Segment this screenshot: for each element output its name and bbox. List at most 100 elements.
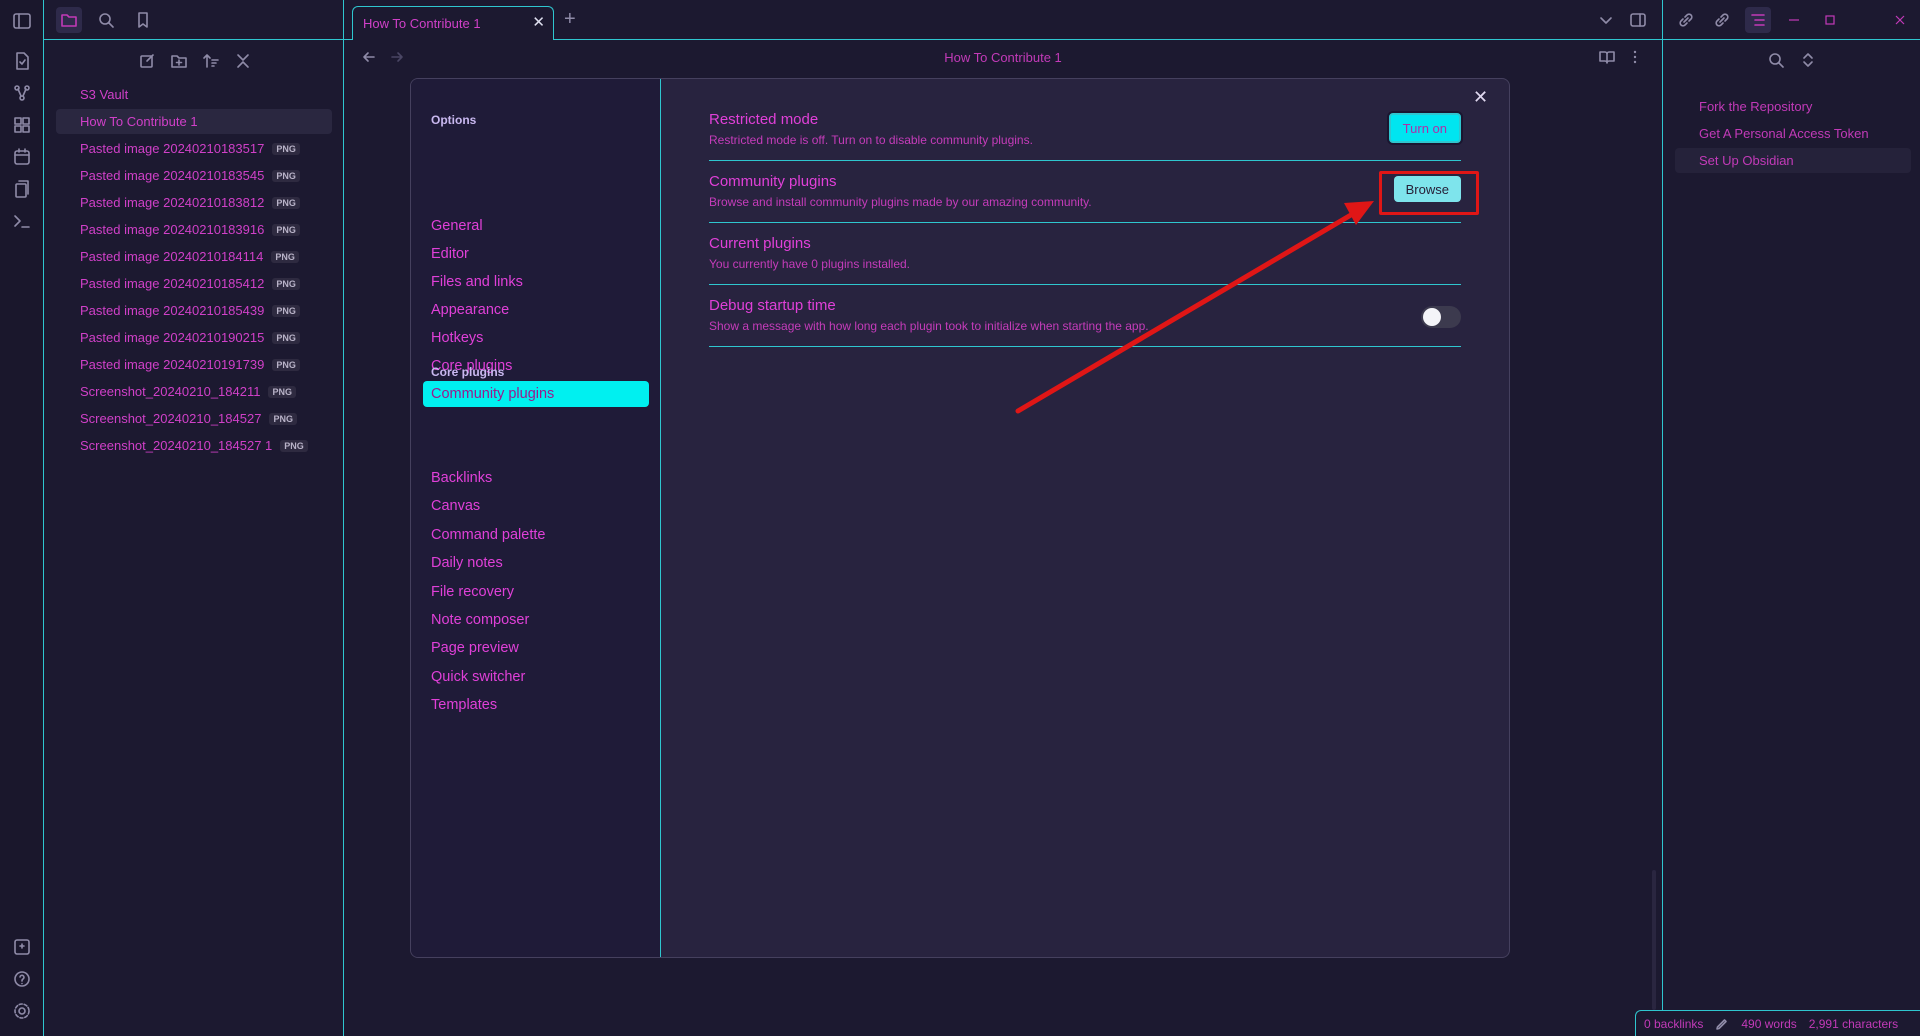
debug-startup-toggle[interactable] <box>1421 306 1461 328</box>
settings-nav-editor[interactable]: Editor <box>423 241 649 267</box>
settings-nav-hotkeys[interactable]: Hotkeys <box>423 325 649 351</box>
file-item[interactable]: Screenshot_20240210_184527 PNG <box>56 406 332 431</box>
file-type-badge: PNG <box>272 358 300 371</box>
tab-close-icon[interactable]: ✕ <box>532 15 545 30</box>
templates-icon[interactable] <box>11 178 33 200</box>
outline-heading[interactable]: Get A Personal Access Token <box>1675 121 1911 146</box>
help-icon[interactable] <box>11 968 33 990</box>
sidebar-toggle-icon[interactable] <box>11 10 33 32</box>
minimize-icon[interactable] <box>1781 7 1807 33</box>
settings-nav-community-plugins[interactable]: Community plugins <box>423 381 649 407</box>
file-item[interactable]: How To Contribute 1 <box>56 109 332 134</box>
settings-nav-canvas[interactable]: Canvas <box>423 493 649 519</box>
link-icon[interactable] <box>1673 7 1699 33</box>
outline-heading[interactable]: Fork the Repository <box>1675 94 1911 119</box>
maximize-icon[interactable] <box>1817 7 1843 33</box>
setting-description: Browse and install community plugins mad… <box>709 195 1092 209</box>
calendar-icon[interactable] <box>11 146 33 168</box>
file-type-badge: PNG <box>272 331 300 344</box>
file-item[interactable]: Pasted image 20240210185412 PNG <box>56 271 332 296</box>
file-type-badge: PNG <box>269 412 297 425</box>
new-folder-icon[interactable] <box>166 48 192 74</box>
setting-name: Current plugins <box>709 235 811 252</box>
bookmark-icon[interactable] <box>130 7 156 33</box>
settings-nav-general[interactable]: General <box>423 213 649 239</box>
file-item[interactable]: Pasted image 20240210183517 PNG <box>56 136 332 161</box>
outgoing-link-icon[interactable] <box>1709 7 1735 33</box>
file-item[interactable]: Screenshot_20240210_184211 PNG <box>56 379 332 404</box>
file-name: Screenshot_20240210_184527 <box>80 411 262 426</box>
collapse-icon[interactable] <box>230 48 256 74</box>
file-name: Pasted image 20240210183812 <box>80 195 265 210</box>
scrollbar[interactable] <box>1652 870 1656 1010</box>
settings-nav-templates[interactable]: Templates <box>423 692 649 718</box>
settings-nav-command-palette[interactable]: Command palette <box>423 522 649 548</box>
view-header: How To Contribute 1 <box>344 40 1662 76</box>
right-sidebar-icon[interactable] <box>1628 10 1648 30</box>
file-item[interactable]: Pasted image 20240210184114 PNG <box>56 244 332 269</box>
file-item[interactable]: Screenshot_20240210_184527 1 PNG <box>56 433 332 458</box>
backlinks-count[interactable]: 0 backlinks <box>1644 1017 1703 1031</box>
settings-icon[interactable] <box>11 1000 33 1022</box>
vault-icon[interactable] <box>11 936 33 958</box>
settings-modal: Options General Editor Files and links Appe… <box>410 78 1510 958</box>
settings-nav-files-and-links[interactable]: Files and links <box>423 269 649 295</box>
tab-title: How To Contribute 1 <box>363 16 481 31</box>
file-item[interactable]: Pasted image 20240210190215 PNG <box>56 325 332 350</box>
file-item[interactable]: Pasted image 20240210183812 PNG <box>56 190 332 215</box>
settings-nav-backlinks[interactable]: Backlinks <box>423 465 649 491</box>
new-tab-button[interactable]: + <box>564 8 576 31</box>
canvas-icon[interactable] <box>11 114 33 136</box>
new-note-icon[interactable] <box>134 48 160 74</box>
file-type-badge: PNG <box>272 169 300 182</box>
file-name: Pasted image 20240210185439 <box>80 303 265 318</box>
file-explorer: S3 Vault How To Contribute 1 Pasted image… <box>44 0 344 1036</box>
folder-icon[interactable] <box>56 7 82 33</box>
word-count: 490 words <box>1741 1016 1797 1031</box>
collapse-icon[interactable] <box>1795 47 1821 73</box>
character-count: 2,991 characters <box>1808 1016 1899 1031</box>
view-title: How To Contribute 1 <box>944 50 1062 65</box>
file-item[interactable]: Pasted image 20240210183916 PNG <box>56 217 332 242</box>
settings-nav-page-preview[interactable]: Page preview <box>423 635 649 661</box>
file-icon[interactable] <box>11 50 33 72</box>
core-plugins-group-title: Core plugins <box>431 365 505 379</box>
file-name: Pasted image 20240210184114 <box>80 249 264 264</box>
terminal-icon[interactable] <box>11 210 33 232</box>
settings-nav-daily-notes[interactable]: Daily notes <box>423 550 649 576</box>
setting-restricted-mode: Restricted mode Restricted mode is off. … <box>709 99 1461 161</box>
more-options-icon[interactable] <box>1626 48 1644 66</box>
search-icon[interactable] <box>1763 47 1789 73</box>
setting-debug-startup-time: Debug startup time Show a message with h… <box>709 285 1461 347</box>
tab-how-to-contribute[interactable]: How To Contribute 1 ✕ <box>352 6 554 40</box>
settings-nav-file-recovery[interactable]: File recovery <box>423 579 649 605</box>
settings-nav-note-composer[interactable]: Note composer <box>423 607 649 633</box>
settings-nav-appearance[interactable]: Appearance <box>423 297 649 323</box>
modal-close-icon[interactable]: ✕ <box>1473 87 1488 108</box>
outline-heading[interactable]: Set Up Obsidian <box>1675 148 1911 173</box>
window-close-icon[interactable] <box>1887 7 1913 33</box>
file-name: Pasted image 20240210183517 <box>80 141 265 156</box>
outline-icon[interactable] <box>1745 7 1771 33</box>
file-name: Screenshot_20240210_184527 1 <box>80 438 273 453</box>
sort-icon[interactable] <box>198 48 224 74</box>
search-icon[interactable] <box>93 7 119 33</box>
turn-on-button[interactable]: Turn on <box>1388 113 1461 143</box>
setting-name: Restricted mode <box>709 111 819 128</box>
file-item[interactable]: Pasted image 20240210191739 PNG <box>56 352 332 377</box>
setting-description: Show a message with how long each plugin… <box>709 319 1149 333</box>
settings-nav-quick-switcher[interactable]: Quick switcher <box>423 664 649 690</box>
file-name: Pasted image 20240210190215 <box>80 330 265 345</box>
setting-description: Restricted mode is off. Turn on to disab… <box>709 133 1033 147</box>
file-item[interactable]: Pasted image 20240210185439 PNG <box>56 298 332 323</box>
sidebar-header <box>44 0 344 40</box>
pencil-icon[interactable] <box>1715 1017 1729 1031</box>
graph-icon[interactable] <box>11 82 33 104</box>
file-type-badge: PNG <box>272 223 300 236</box>
chevron-down-icon[interactable] <box>1596 10 1616 30</box>
reading-view-icon[interactable] <box>1598 48 1616 66</box>
setting-community-plugins: Community plugins Browse and install com… <box>709 161 1479 223</box>
vault-name[interactable]: S3 Vault <box>56 82 332 107</box>
setting-current-plugins: Current plugins You currently have 0 plu… <box>709 223 1461 285</box>
file-item[interactable]: Pasted image 20240210183545 PNG <box>56 163 332 188</box>
